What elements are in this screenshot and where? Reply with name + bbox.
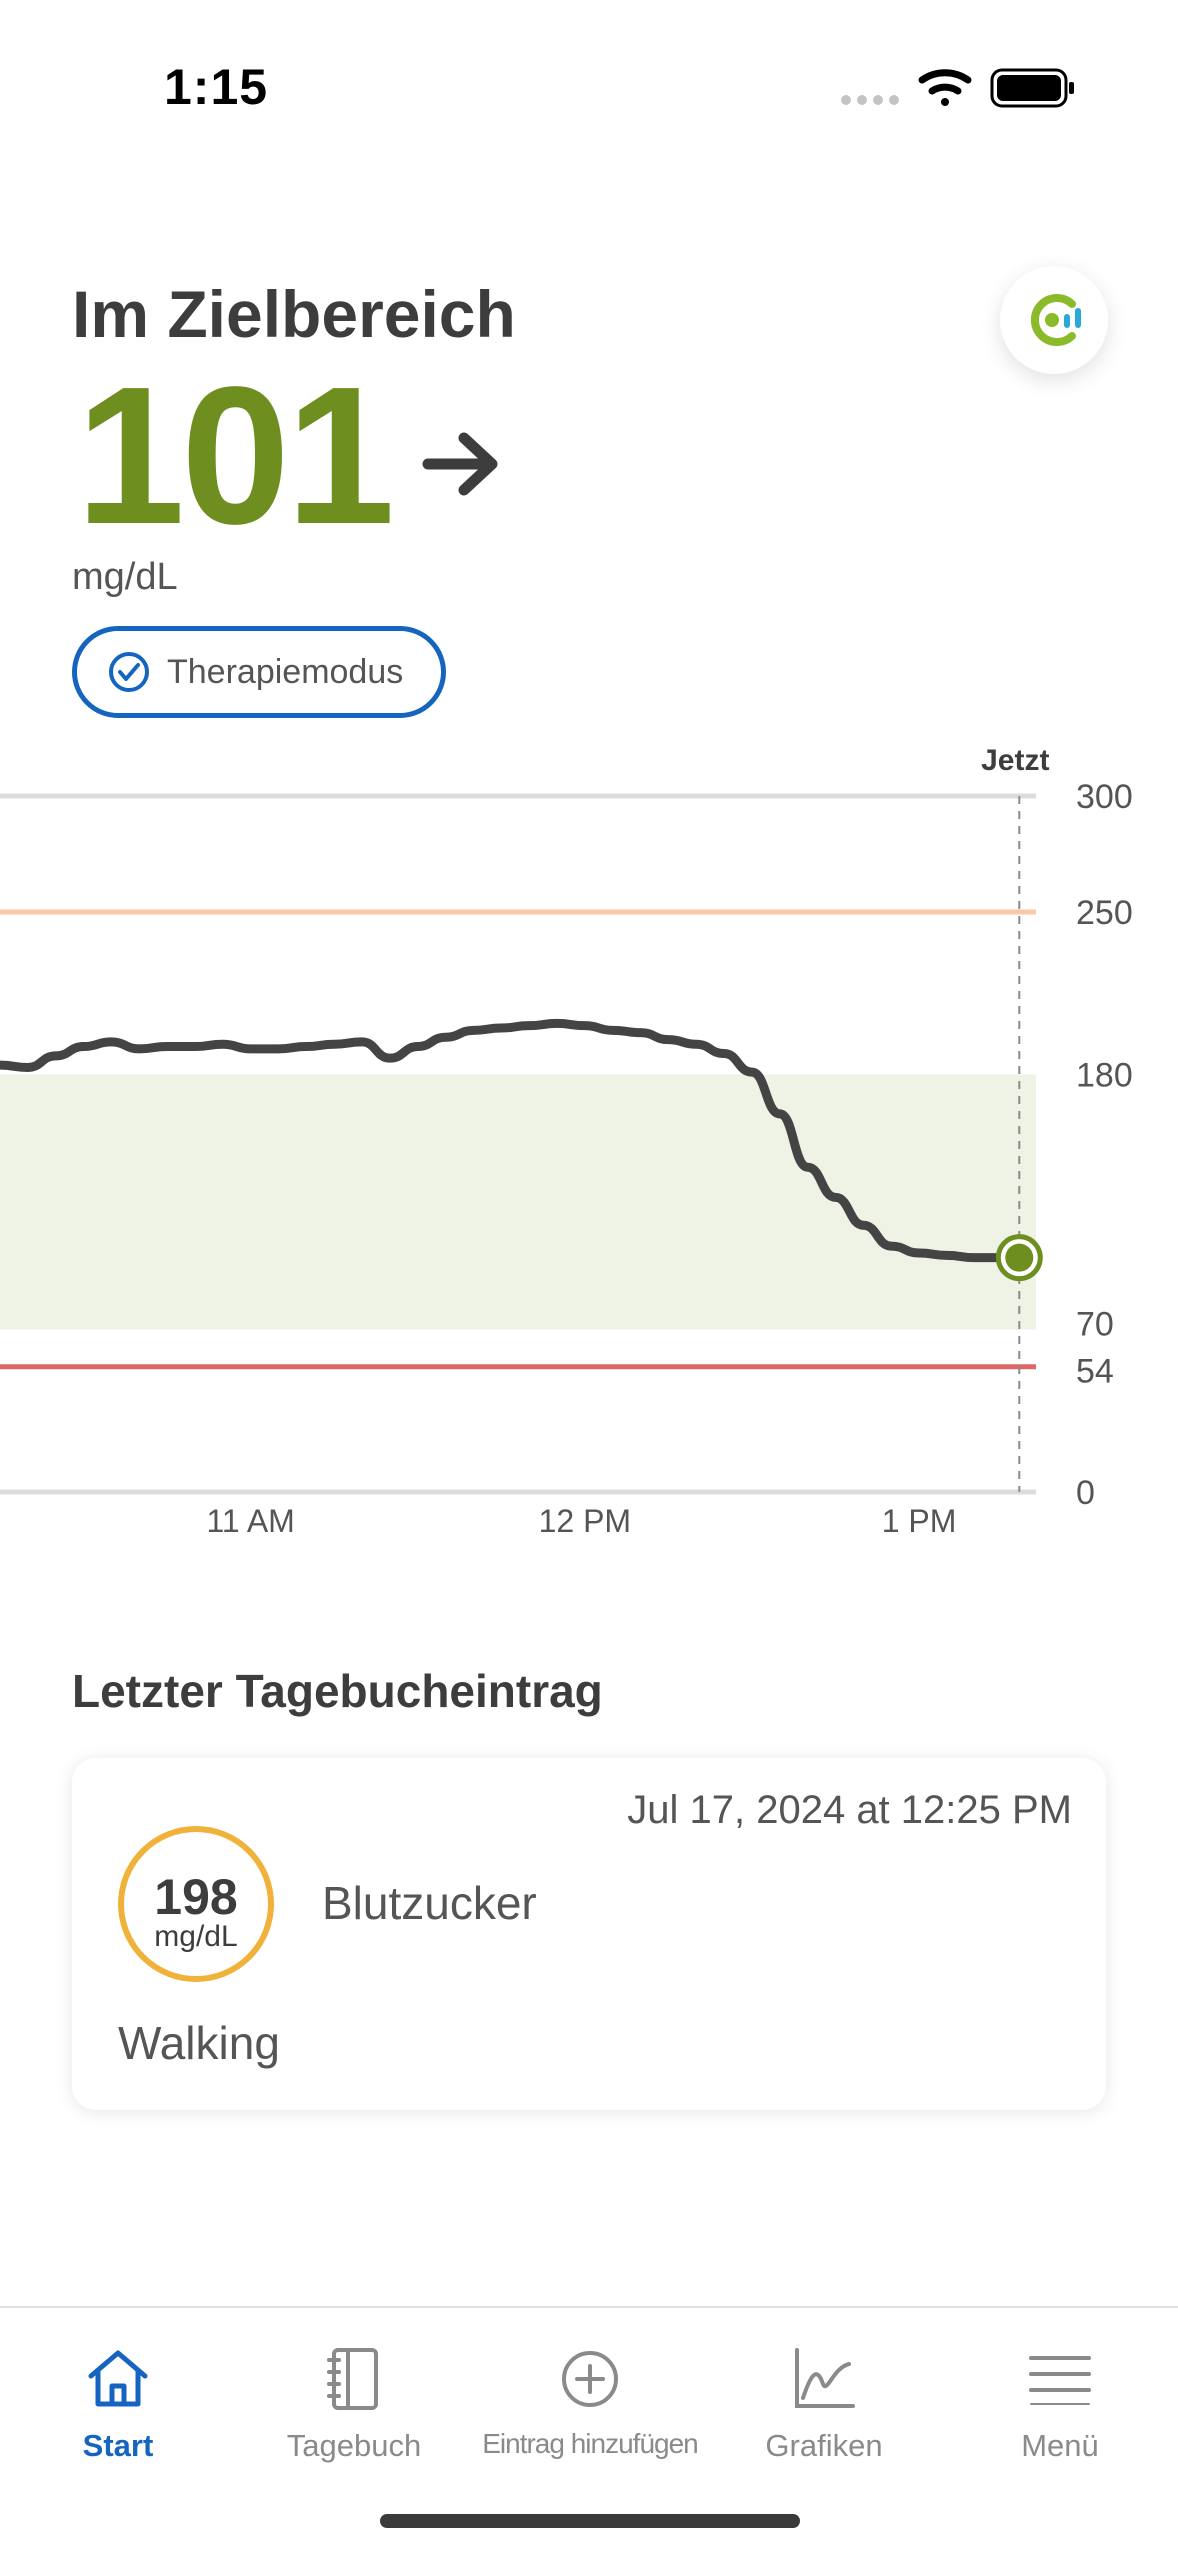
diary-entry-card[interactable]: Jul 17, 2024 at 12:25 PM 198 mg/dL Blutz… — [72, 1758, 1106, 2110]
range-status-title: Im Zielbereich — [72, 277, 516, 351]
glucose-unit: mg/dL — [72, 556, 178, 598]
tab-label-add-entry: Eintrag hinzufügen — [482, 2428, 699, 2459]
current-reading-point — [1005, 1243, 1034, 1272]
y-tick-label: 300 — [1076, 778, 1133, 816]
x-tick-label: 1 PM — [882, 1503, 957, 1539]
entry-unit: mg/dL — [154, 1920, 238, 1953]
entry-note: Walking — [118, 2017, 280, 2069]
tab-label-tagebuch: Tagebuch — [286, 2428, 422, 2463]
target-range-band — [0, 1074, 1036, 1330]
app-logo-icon — [1030, 294, 1081, 346]
menu-icon — [1029, 2356, 1091, 2405]
notebook-icon — [327, 2348, 378, 2410]
tab-menu[interactable]: Menü — [942, 2344, 1178, 2464]
y-tick-label: 250 — [1076, 894, 1133, 932]
entry-timestamp: Jul 17, 2024 at 12:25 PM — [627, 1788, 1072, 1832]
last-diary-title: Letzter Tagebucheintrag — [72, 1665, 603, 1717]
battery-icon — [990, 68, 1074, 108]
cellular-signal-icon — [841, 95, 899, 105]
tab-grafiken[interactable]: Grafiken — [706, 2344, 942, 2464]
home-icon — [88, 2350, 148, 2407]
home-indicator — [380, 2514, 800, 2528]
status-icons — [841, 68, 1074, 108]
glucose-value: 101 — [76, 346, 395, 565]
entry-type: Blutzucker — [322, 1877, 537, 1929]
entry-value-ring: 198 mg/dL — [118, 1826, 274, 1982]
y-tick-label: 0 — [1076, 1474, 1095, 1512]
add-circle-icon — [562, 2351, 618, 2407]
glucose-chart: Jetzt 0 54 70 180 250 300 11 AM 12 PM 1 PM — [0, 744, 1133, 1539]
tab-label-menu: Menü — [1021, 2428, 1099, 2463]
tab-label-grafiken: Grafiken — [765, 2428, 883, 2463]
wifi-icon — [918, 69, 972, 106]
arrow-right-icon — [422, 432, 498, 496]
tab-start[interactable]: Start — [0, 2344, 236, 2464]
chart-icon — [795, 2348, 855, 2408]
y-tick-label: 180 — [1076, 1056, 1133, 1094]
check-circle-icon — [109, 652, 149, 692]
y-tick-label: 70 — [1076, 1306, 1114, 1344]
y-tick-label: 54 — [1076, 1353, 1114, 1391]
tab-label-start: Start — [82, 2428, 154, 2463]
entry-value: 198 — [154, 1869, 238, 1925]
therapy-mode-badge[interactable]: Therapiemodus — [72, 626, 446, 718]
tab-tagebuch[interactable]: Tagebuch — [236, 2344, 472, 2464]
tab-add-entry[interactable]: Eintrag hinzufügen — [472, 2344, 708, 2460]
now-label: Jetzt — [981, 744, 1049, 777]
therapy-mode-label: Therapiemodus — [167, 652, 404, 691]
x-tick-label: 12 PM — [539, 1503, 631, 1539]
status-time: 1:15 — [164, 59, 269, 115]
app-logo-button[interactable] — [1000, 266, 1108, 374]
x-tick-label: 11 AM — [206, 1503, 294, 1539]
